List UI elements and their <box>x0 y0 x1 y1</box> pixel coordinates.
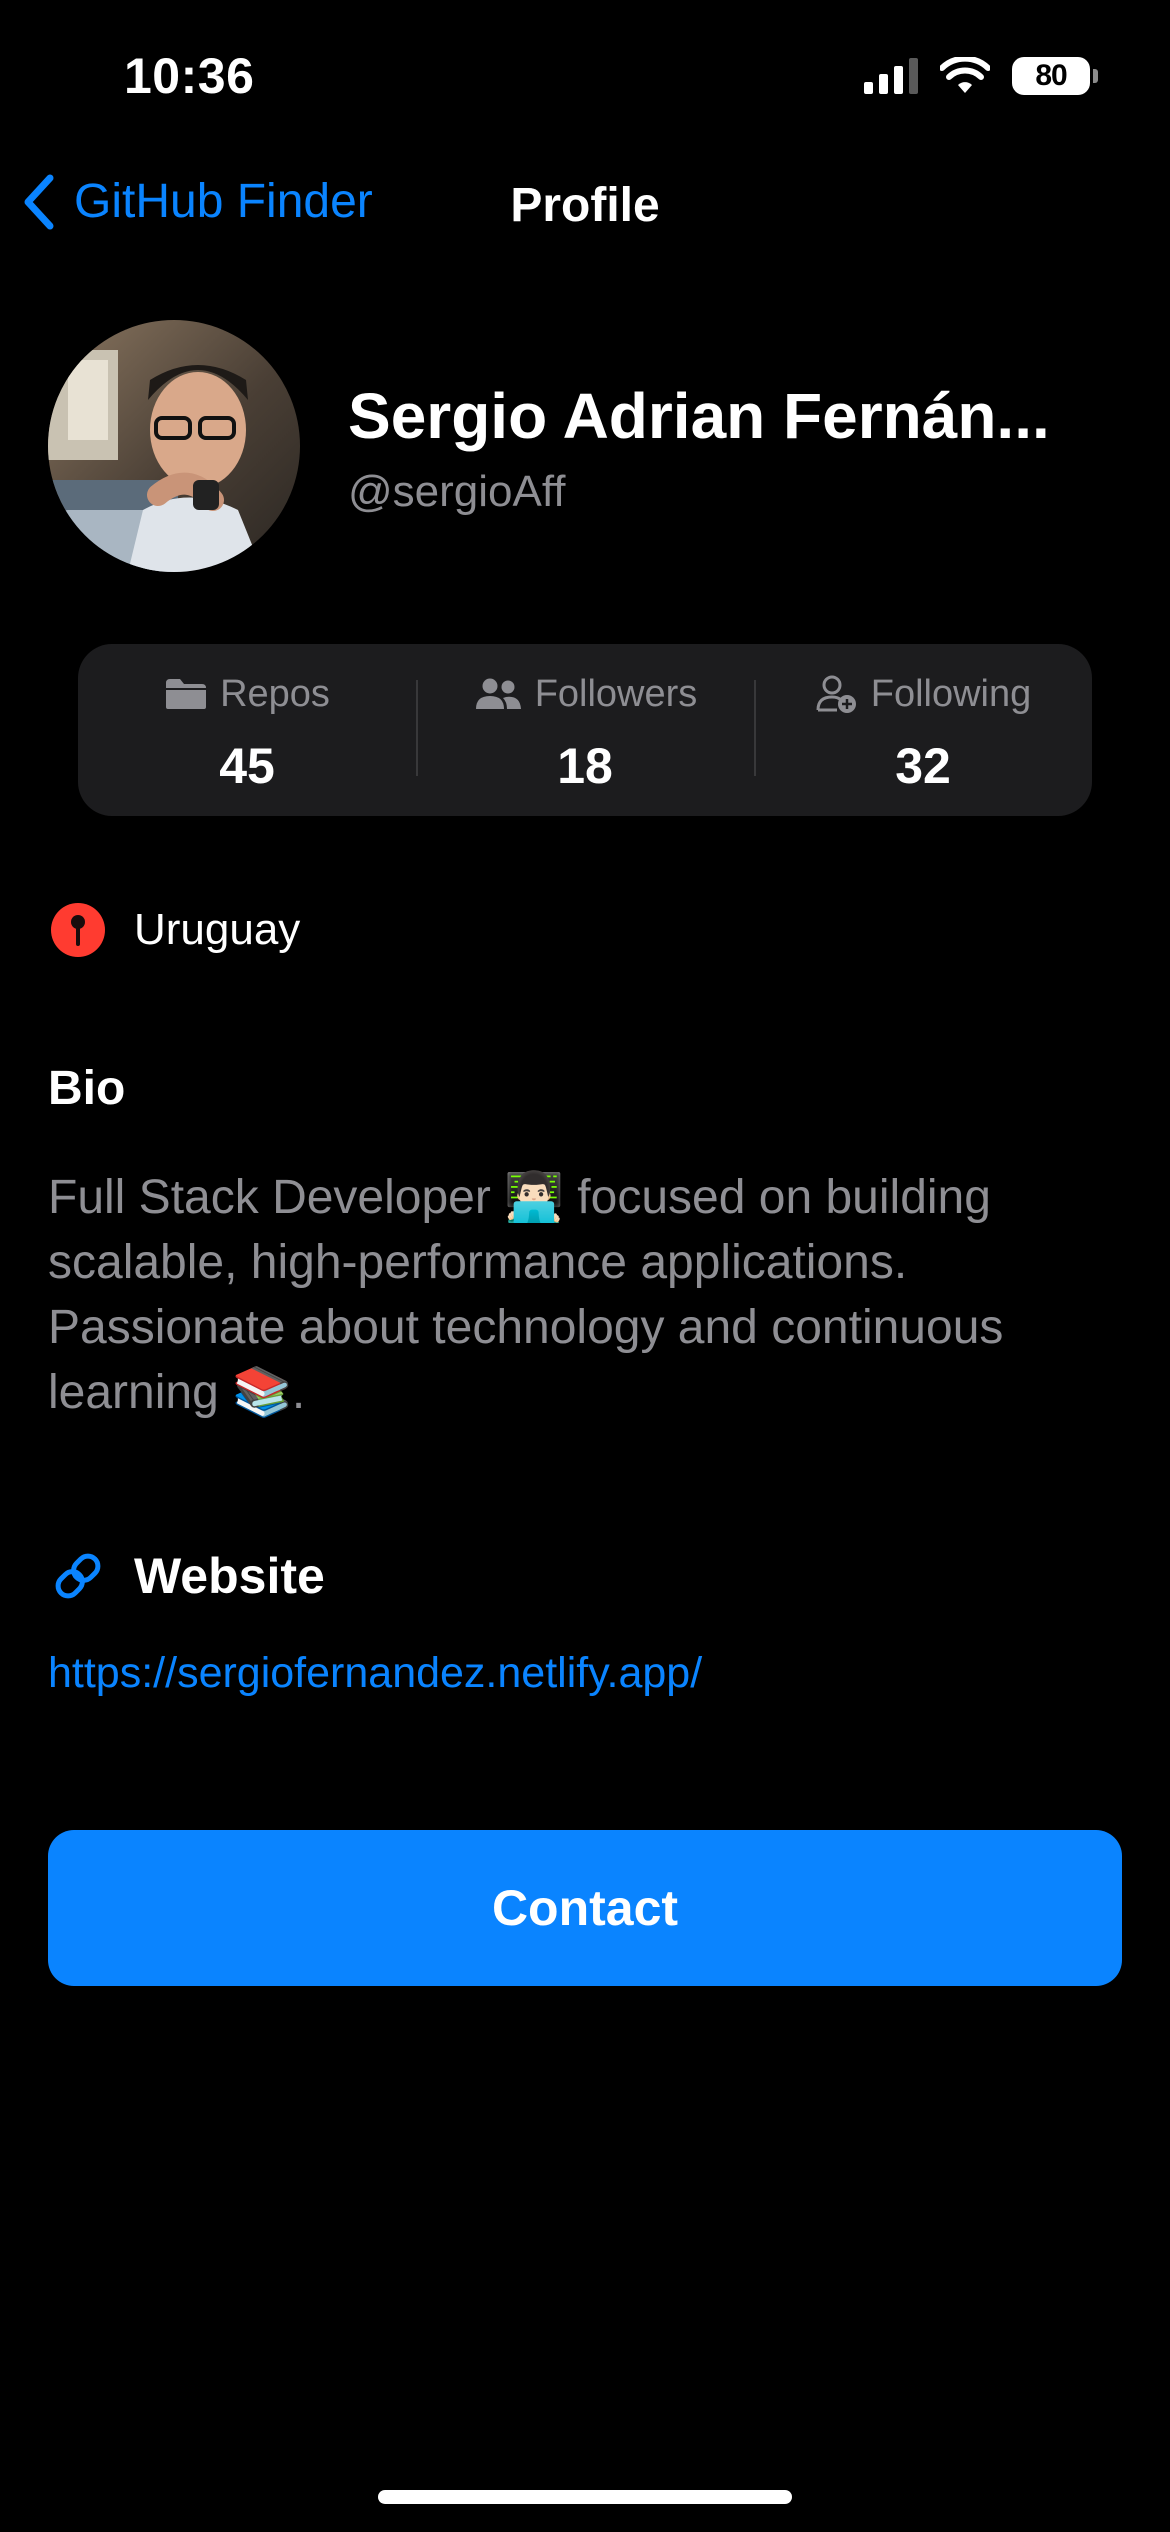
stat-value: 45 <box>219 738 275 794</box>
bio-line: Passionate about technology and continuo… <box>48 1301 1004 1354</box>
home-indicator[interactable] <box>378 2490 792 2504</box>
bio-text: Full Stack Developer 👨🏻‍💻 focused on bui… <box>48 1165 1128 1425</box>
bio-line: scalable, high-performance applications. <box>48 1236 908 1289</box>
stat-followers: Followers 18 <box>416 644 754 816</box>
profile-name: Sergio Adrian Fernán... <box>348 380 1050 452</box>
bio-line: learning 📚. <box>48 1366 306 1419</box>
website-title: Website <box>134 1548 325 1604</box>
stats-card: Repos 45 Followers 18 Following 32 <box>78 644 1092 816</box>
page-title: Profile <box>510 179 660 232</box>
person-add-icon <box>816 675 856 713</box>
battery-icon: 80 <box>1012 57 1098 95</box>
contact-button[interactable]: Contact <box>48 1830 1122 1986</box>
link-icon <box>55 1553 101 1599</box>
location-row: Uruguay <box>50 902 300 958</box>
stat-value: 32 <box>895 738 951 794</box>
status-icons: 80 <box>864 54 1098 98</box>
stat-value: 18 <box>557 738 613 794</box>
website-header: Website <box>50 1545 325 1607</box>
stat-label: Followers <box>534 672 698 715</box>
status-time: 10:36 <box>124 48 255 104</box>
folder-icon <box>166 679 207 709</box>
stat-following: Following 32 <box>754 644 1092 816</box>
bio-line: Full Stack Developer 👨🏻‍💻 focused on bui… <box>48 1171 991 1224</box>
stat-repos: Repos 45 <box>78 644 416 816</box>
stat-label: Repos <box>220 672 330 715</box>
profile-handle: @sergioAff <box>348 467 566 516</box>
stat-label: Following <box>870 672 1032 715</box>
website-link[interactable]: https://sergiofernandez.netlify.app/ <box>48 1645 702 1701</box>
avatar <box>48 320 300 572</box>
bio-title: Bio <box>48 1062 126 1115</box>
people-icon <box>475 678 521 709</box>
cellular-signal-icon <box>864 58 918 94</box>
wifi-icon <box>940 57 990 93</box>
location-text: Uruguay <box>134 905 301 954</box>
pin-icon <box>51 903 105 957</box>
battery-level: 80 <box>1035 59 1067 92</box>
